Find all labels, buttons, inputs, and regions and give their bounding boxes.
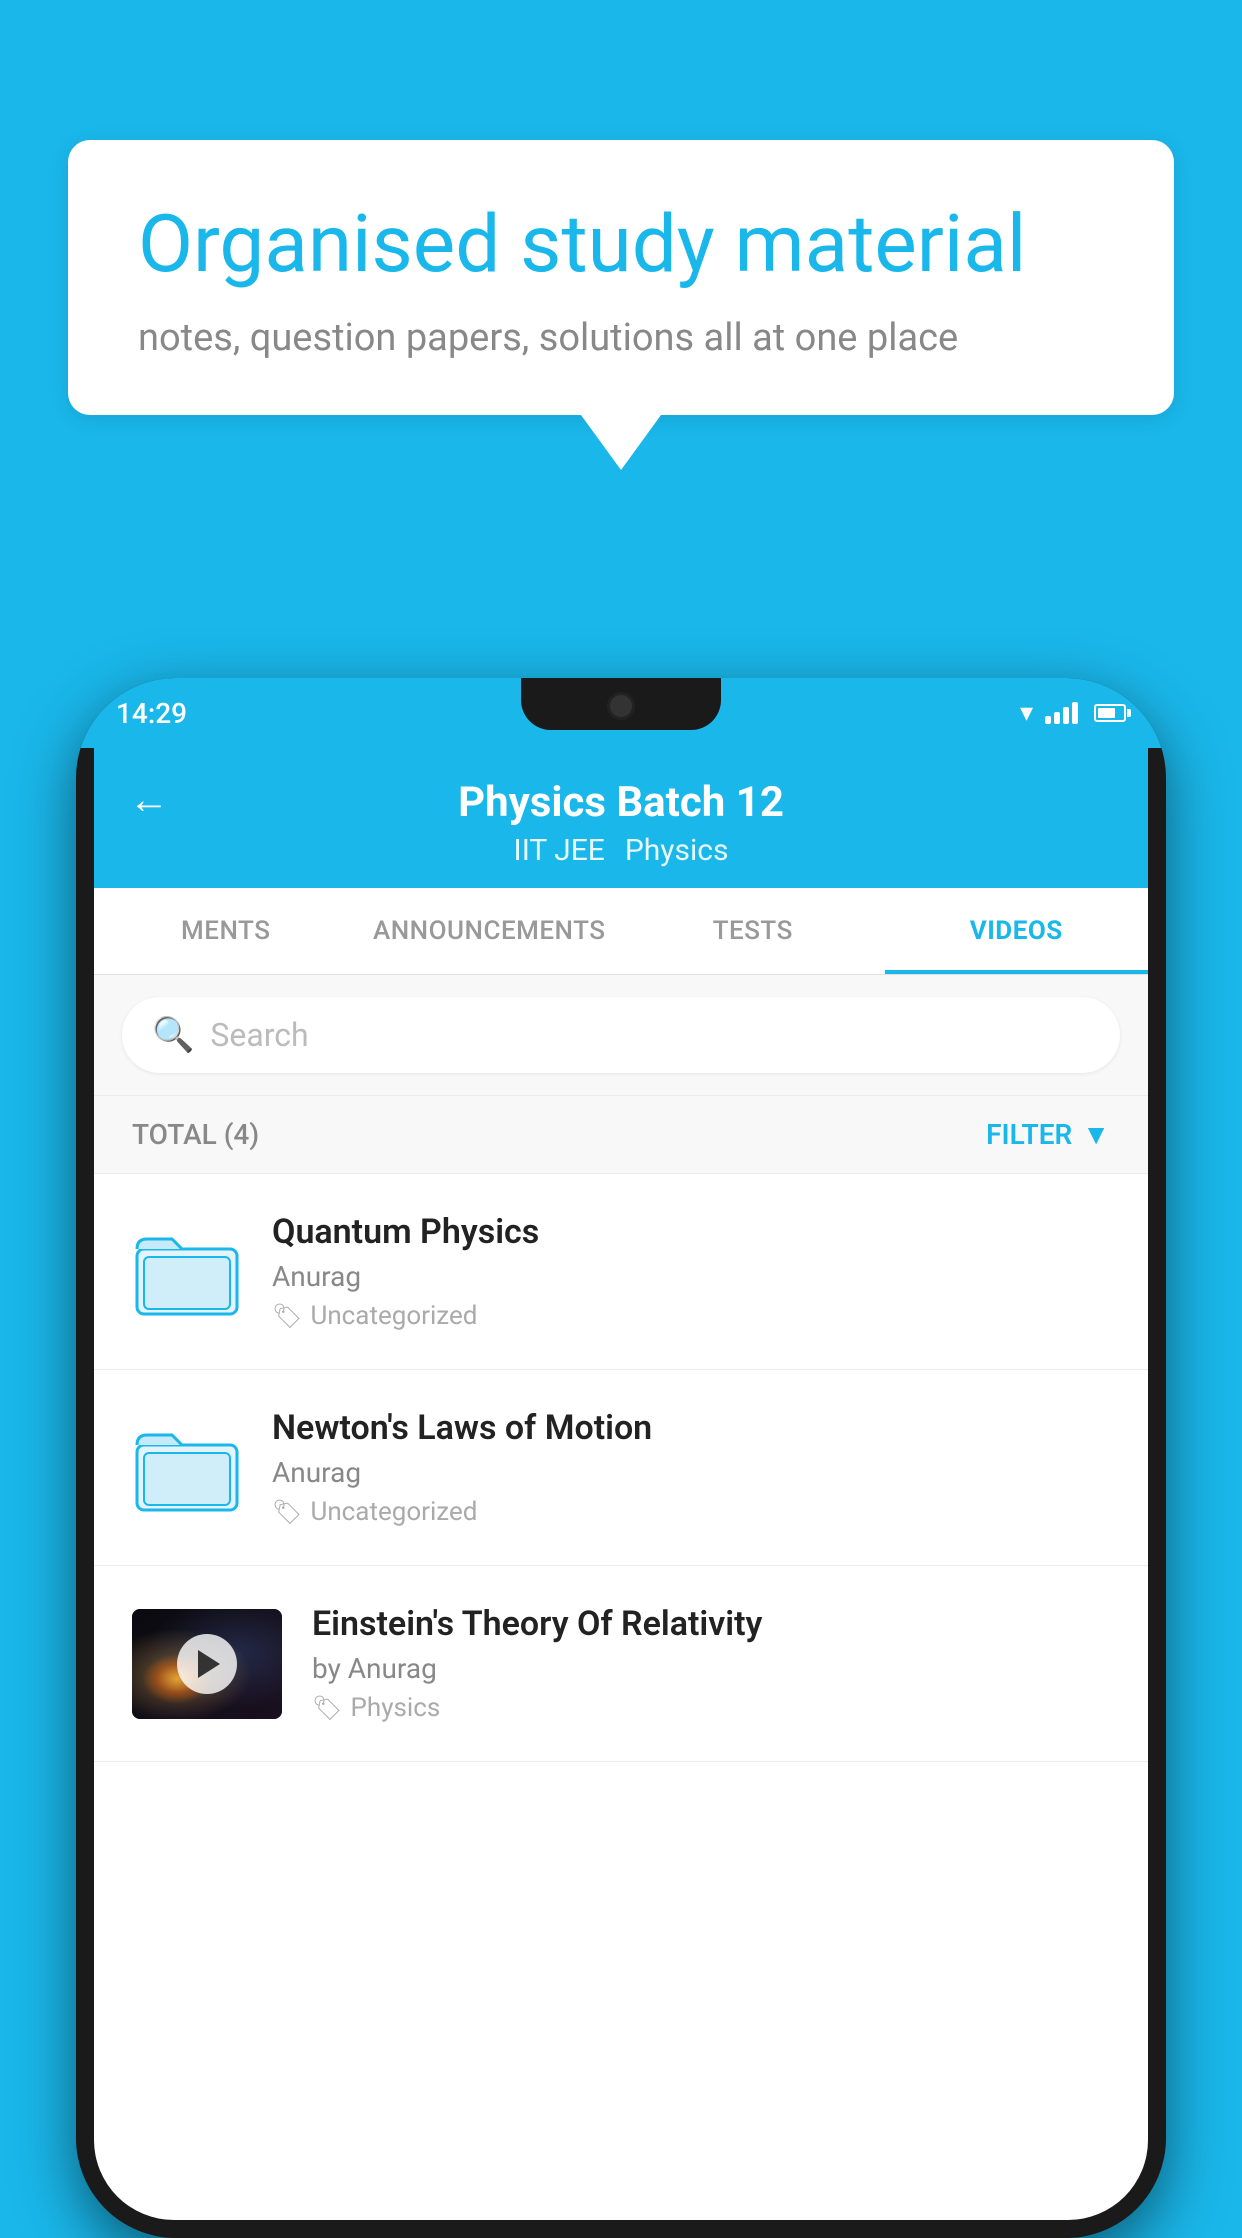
- filter-button[interactable]: FILTER ▼: [986, 1118, 1110, 1151]
- header-title: Physics Batch 12: [458, 778, 784, 827]
- filter-bar: TOTAL (4) FILTER ▼: [94, 1096, 1148, 1174]
- folder-icon: [132, 1423, 242, 1513]
- video-tag: 🏷 Uncategorized: [272, 1301, 1110, 1331]
- status-icons: ▾: [1020, 698, 1126, 728]
- filter-label: FILTER: [986, 1118, 1072, 1151]
- video-info: Einstein's Theory Of Relativity by Anura…: [312, 1604, 1110, 1723]
- header-tag-iitjee: IIT JEE: [514, 833, 605, 868]
- status-time: 14:29: [116, 697, 187, 730]
- folder-icon: [132, 1227, 242, 1317]
- back-button[interactable]: ←: [129, 776, 169, 823]
- video-title: Newton's Laws of Motion: [272, 1408, 1110, 1448]
- tag-label: Physics: [350, 1693, 440, 1723]
- tabs-container: MENTS ANNOUNCEMENTS TESTS VIDEOS: [94, 888, 1148, 975]
- tag-icon: 🏷: [272, 1498, 302, 1526]
- tab-tests[interactable]: TESTS: [621, 888, 885, 974]
- tab-announcements[interactable]: ANNOUNCEMENTS: [358, 888, 622, 974]
- video-list: Quantum Physics Anurag 🏷 Uncategorized N…: [94, 1174, 1148, 1762]
- list-item[interactable]: Einstein's Theory Of Relativity by Anura…: [94, 1566, 1148, 1762]
- play-button[interactable]: [177, 1634, 237, 1694]
- tag-label: Uncategorized: [310, 1497, 477, 1527]
- filter-funnel-icon: ▼: [1082, 1118, 1110, 1151]
- search-placeholder: Search: [210, 1016, 308, 1054]
- bubble-subtitle: notes, question papers, solutions all at…: [138, 316, 1104, 360]
- play-triangle-icon: [198, 1650, 220, 1678]
- tab-ments[interactable]: MENTS: [94, 888, 358, 974]
- bubble-title: Organised study material: [138, 200, 1104, 288]
- phone-notch: [521, 678, 721, 730]
- search-input-wrapper[interactable]: 🔍 Search: [122, 997, 1120, 1073]
- tag-label: Uncategorized: [310, 1301, 477, 1331]
- battery-icon: [1094, 704, 1126, 722]
- signal-bar-2: [1054, 712, 1060, 724]
- app-header: ← Physics Batch 12 IIT JEE Physics: [94, 748, 1148, 888]
- tag-icon: 🏷: [272, 1302, 302, 1330]
- video-author: by Anurag: [312, 1652, 1110, 1685]
- video-thumbnail: [132, 1609, 282, 1719]
- header-tag-physics: Physics: [625, 833, 729, 868]
- header-tags: IIT JEE Physics: [514, 833, 729, 868]
- tag-icon: 🏷: [312, 1694, 342, 1722]
- list-item[interactable]: Newton's Laws of Motion Anurag 🏷 Uncateg…: [94, 1370, 1148, 1566]
- video-tag: 🏷 Uncategorized: [272, 1497, 1110, 1527]
- video-title: Einstein's Theory Of Relativity: [312, 1604, 1110, 1644]
- video-title: Quantum Physics: [272, 1212, 1110, 1252]
- total-label: TOTAL (4): [132, 1118, 259, 1151]
- video-info: Newton's Laws of Motion Anurag 🏷 Uncateg…: [272, 1408, 1110, 1527]
- signal-bar-1: [1045, 716, 1051, 724]
- signal-bar-4: [1072, 702, 1078, 724]
- search-container: 🔍 Search: [94, 975, 1148, 1096]
- bubble-arrow: [581, 415, 661, 470]
- signal-bars-icon: [1045, 702, 1078, 724]
- speech-bubble-wrapper: Organised study material notes, question…: [68, 140, 1174, 470]
- battery-fill: [1098, 708, 1115, 718]
- video-tag: 🏷 Physics: [312, 1693, 1110, 1723]
- phone-camera: [607, 692, 635, 720]
- video-info: Quantum Physics Anurag 🏷 Uncategorized: [272, 1212, 1110, 1331]
- phone-frame: 14:29 ▾ ← Physics Batch 12 IIT JEE: [76, 678, 1166, 2238]
- tab-videos[interactable]: VIDEOS: [885, 888, 1149, 974]
- speech-bubble: Organised study material notes, question…: [68, 140, 1174, 415]
- wifi-icon: ▾: [1020, 698, 1033, 728]
- phone-screen: ← Physics Batch 12 IIT JEE Physics MENTS…: [94, 748, 1148, 2220]
- list-item[interactable]: Quantum Physics Anurag 🏷 Uncategorized: [94, 1174, 1148, 1370]
- signal-bar-3: [1063, 707, 1069, 724]
- video-author: Anurag: [272, 1456, 1110, 1489]
- search-icon: 🔍: [152, 1015, 194, 1055]
- video-author: Anurag: [272, 1260, 1110, 1293]
